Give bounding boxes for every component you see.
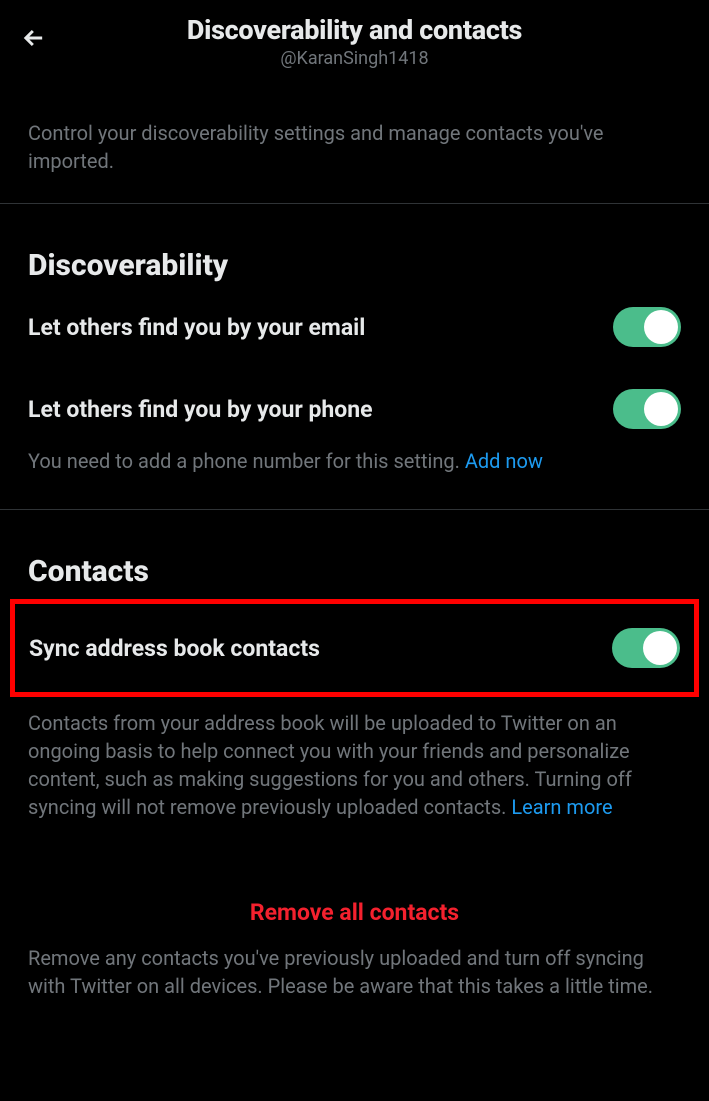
sync-helper-text: Contacts from your address book will be … [28,697,681,855]
sync-contacts-label: Sync address book contacts [29,635,320,662]
find-by-email-toggle[interactable] [613,307,681,347]
find-by-phone-row: Let others find you by your phone [28,365,681,447]
toggle-knob [643,631,677,665]
find-by-phone-label: Let others find you by your phone [28,396,373,423]
remove-all-contacts-button[interactable]: Remove all contacts [28,855,681,944]
find-by-email-label: Let others find you by your email [28,314,365,341]
contacts-title: Contacts [28,510,681,589]
add-now-link[interactable]: Add now [465,449,543,473]
sync-contacts-row: Sync address book contacts [10,599,699,697]
toggle-knob [644,310,678,344]
contacts-section: Contacts Sync address book contacts Cont… [0,510,709,1034]
phone-helper-label: You need to add a phone number for this … [28,449,465,473]
learn-more-link[interactable]: Learn more [511,795,612,819]
page-title: Discoverability and contacts [16,14,693,46]
sync-contacts-toggle[interactable] [612,628,680,668]
find-by-email-row: Let others find you by your email [28,283,681,365]
discoverability-title: Discoverability [28,204,681,283]
arrow-left-icon [20,24,48,52]
phone-helper-text: You need to add a phone number for this … [28,447,681,509]
page-description: Control your discoverability settings an… [0,85,709,204]
discoverability-section: Discoverability Let others find you by y… [0,204,709,510]
page-subtitle: @KaranSingh1418 [16,48,693,69]
back-button[interactable] [16,20,52,56]
header: Discoverability and contacts @KaranSingh… [0,0,709,85]
header-titles: Discoverability and contacts @KaranSingh… [16,14,693,69]
toggle-knob [644,392,678,426]
remove-helper-text: Remove any contacts you've previously up… [28,944,681,1034]
find-by-phone-toggle[interactable] [613,389,681,429]
